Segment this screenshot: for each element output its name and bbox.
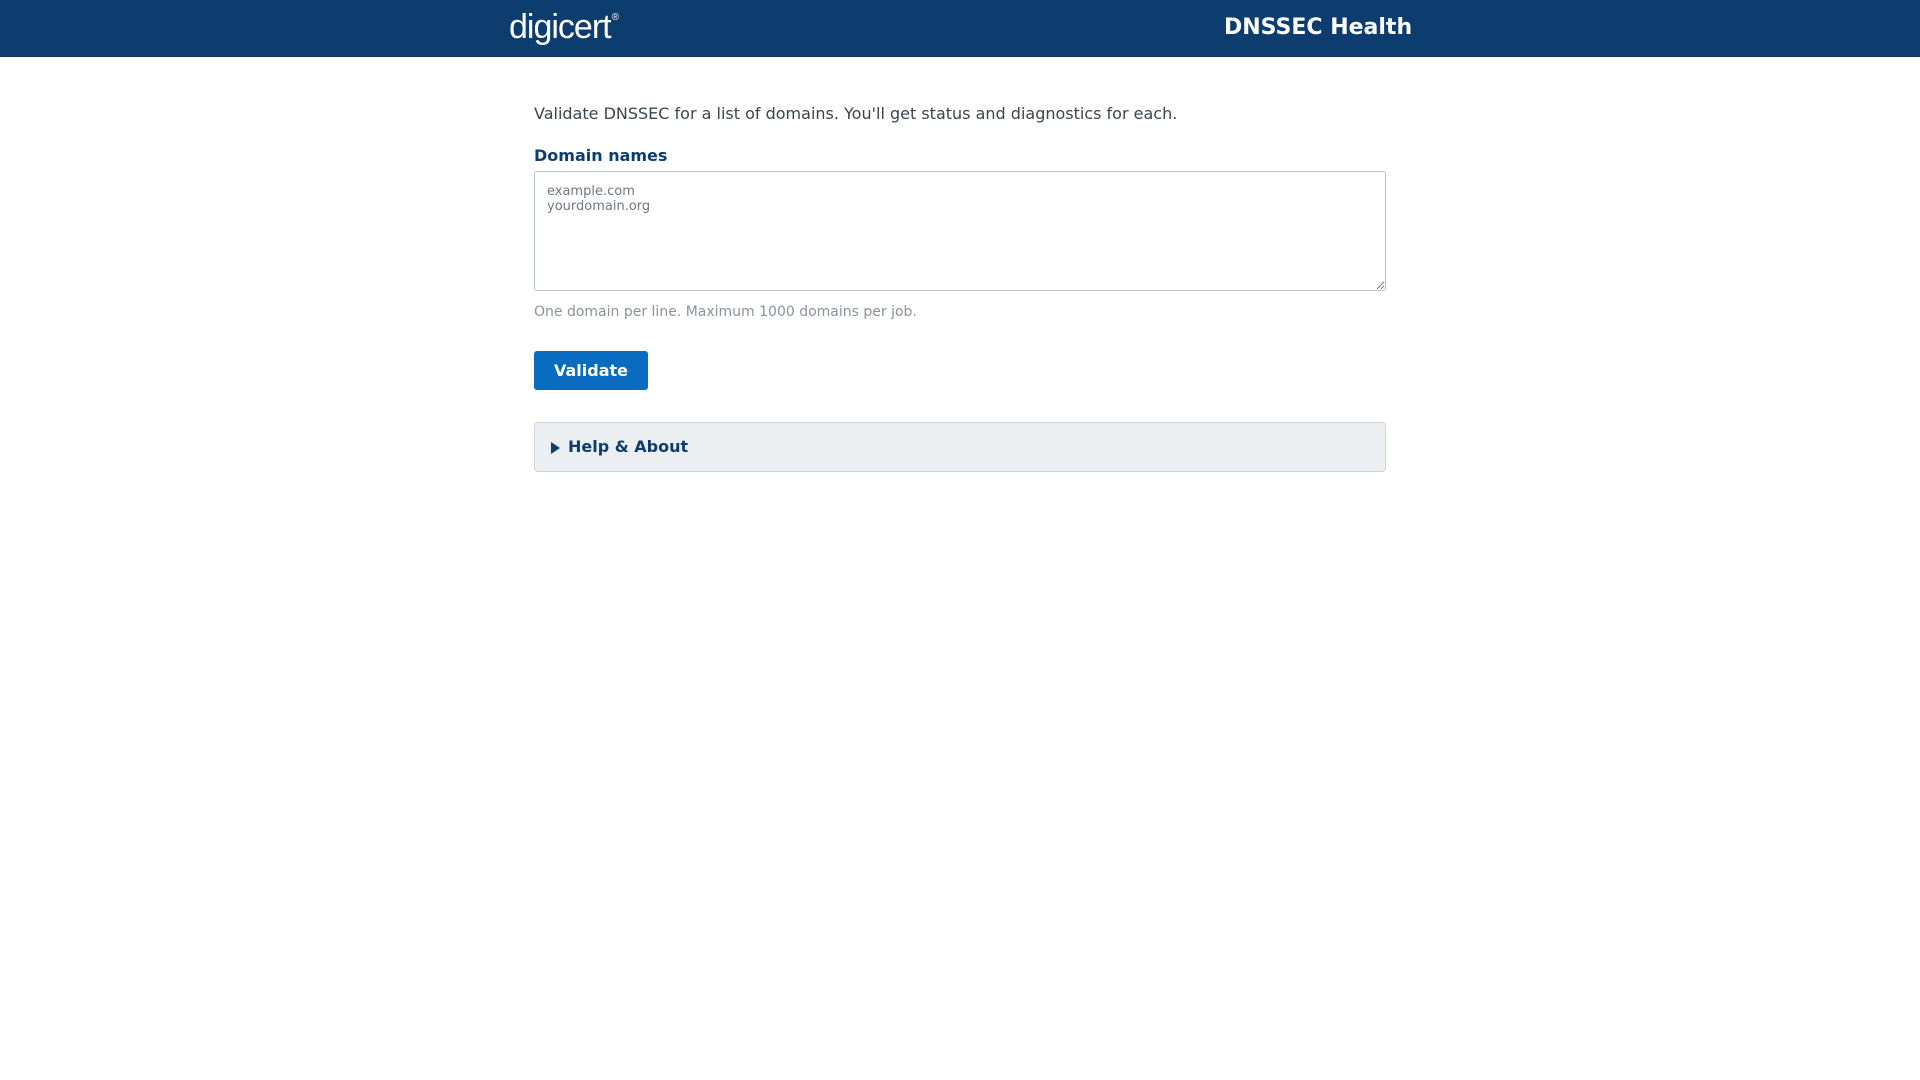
top-bar: digicert ® DNSSEC Health (0, 0, 1920, 57)
domain-names-label: Domain names (534, 146, 668, 165)
domain-names-field-wrapper (534, 171, 1386, 291)
help-about-panel[interactable]: Help & About (534, 422, 1386, 472)
digicert-logo[interactable]: digicert ® (509, 7, 619, 46)
logo-text: digicert (509, 7, 612, 46)
help-about-label: Help & About (568, 437, 689, 456)
disclosure-triangle-right-icon (551, 442, 560, 454)
domain-names-textarea[interactable] (534, 171, 1386, 291)
registered-mark: ® (611, 12, 619, 23)
domain-names-hint: One domain per line. Maximum 1000 domain… (534, 304, 917, 320)
validate-button[interactable]: Validate (534, 351, 648, 390)
intro-text: Validate DNSSEC for a list of domains. Y… (534, 104, 1178, 123)
app-title: DNSSEC Health (1224, 15, 1413, 40)
